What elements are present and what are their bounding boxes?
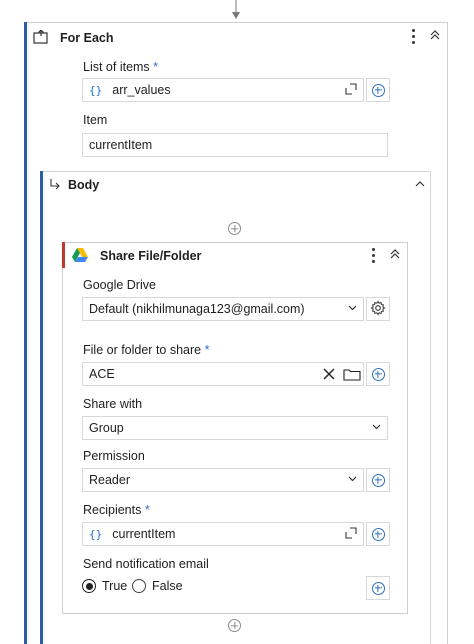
plus-icon [371, 581, 385, 595]
connection-settings-button[interactable] [366, 297, 390, 321]
permission-plus-button[interactable] [366, 468, 390, 492]
list-of-items-field[interactable]: {} arr_values [82, 78, 364, 102]
list-of-items-value: arr_values [112, 83, 171, 97]
share-with-select[interactable]: Group [82, 416, 388, 440]
for-each-title: For Each [60, 31, 114, 45]
plus-icon [371, 367, 385, 381]
permission-label: Permission [83, 449, 145, 463]
expand-editor-icon[interactable] [345, 527, 357, 542]
google-drive-value: Default (nikhilmunaga123@gmail.com) [89, 302, 305, 316]
for-each-header[interactable]: For Each [28, 24, 446, 50]
file-to-share-value: ACE [89, 367, 115, 381]
share-file-title: Share File/Folder [100, 249, 202, 263]
add-activity-button-bottom[interactable] [228, 619, 241, 632]
clear-icon[interactable] [323, 368, 335, 383]
share-file-accent-bar [62, 242, 65, 268]
collapse-icon[interactable] [429, 28, 441, 45]
expression-icon: {} [89, 527, 103, 541]
list-of-items-label: List of items * [83, 60, 159, 74]
plus-icon [371, 83, 385, 97]
radio-true-label: True [102, 579, 128, 593]
recipients-value: currentItem [112, 527, 176, 541]
notification-label: Send notification email [83, 557, 209, 571]
item-label: Item [83, 113, 108, 127]
plus-icon [371, 473, 385, 487]
permission-select[interactable]: Reader [82, 468, 364, 492]
item-field[interactable]: currentItem [82, 133, 388, 157]
radio-false-label: False [152, 579, 183, 593]
radio-unselected-icon [132, 579, 146, 593]
list-of-items-plus-button[interactable] [366, 78, 390, 102]
radio-true[interactable]: True [82, 579, 127, 593]
google-drive-select[interactable]: Default (nikhilmunaga123@gmail.com) [82, 297, 364, 321]
folder-icon[interactable] [343, 368, 361, 384]
recipients-field[interactable]: {} currentItem [82, 522, 364, 546]
plus-icon [371, 527, 385, 541]
google-drive-icon [72, 248, 88, 265]
body-collapse-icon[interactable] [414, 178, 426, 193]
expand-editor-icon[interactable] [345, 83, 357, 98]
recipients-plus-button[interactable] [366, 522, 390, 546]
more-options-icon[interactable] [412, 29, 416, 44]
chevron-down-icon [348, 303, 357, 315]
collapse-icon[interactable] [389, 247, 401, 264]
google-drive-label: Google Drive [83, 278, 156, 292]
recipients-label: Recipients * [83, 503, 150, 517]
connector-arrow-icon [231, 0, 241, 20]
radio-false[interactable]: False [132, 579, 183, 593]
file-to-share-field[interactable]: ACE [82, 362, 364, 386]
plus-icon [228, 222, 241, 235]
share-with-value: Group [89, 421, 124, 435]
permission-value: Reader [89, 473, 130, 487]
share-file-header[interactable]: Share File/Folder [66, 243, 406, 268]
expression-icon: {} [89, 83, 103, 97]
body-header[interactable]: Body [44, 173, 429, 197]
gear-icon [370, 300, 386, 319]
notification-plus-button[interactable] [366, 576, 390, 600]
for-each-icon [33, 29, 49, 47]
chevron-down-icon [372, 422, 381, 434]
file-to-share-label: File or folder to share * [83, 343, 210, 357]
item-value: currentItem [89, 138, 153, 152]
add-activity-button-top[interactable] [228, 222, 241, 235]
share-with-label: Share with [83, 397, 143, 411]
radio-selected-icon [82, 579, 96, 593]
for-each-accent-bar [24, 22, 27, 644]
plus-icon [228, 619, 241, 632]
body-title: Body [68, 178, 100, 192]
body-arrow-icon [49, 178, 61, 193]
chevron-down-icon [348, 474, 357, 486]
file-to-share-plus-button[interactable] [366, 362, 390, 386]
body-accent-bar [40, 171, 43, 644]
more-options-icon[interactable] [372, 248, 376, 263]
